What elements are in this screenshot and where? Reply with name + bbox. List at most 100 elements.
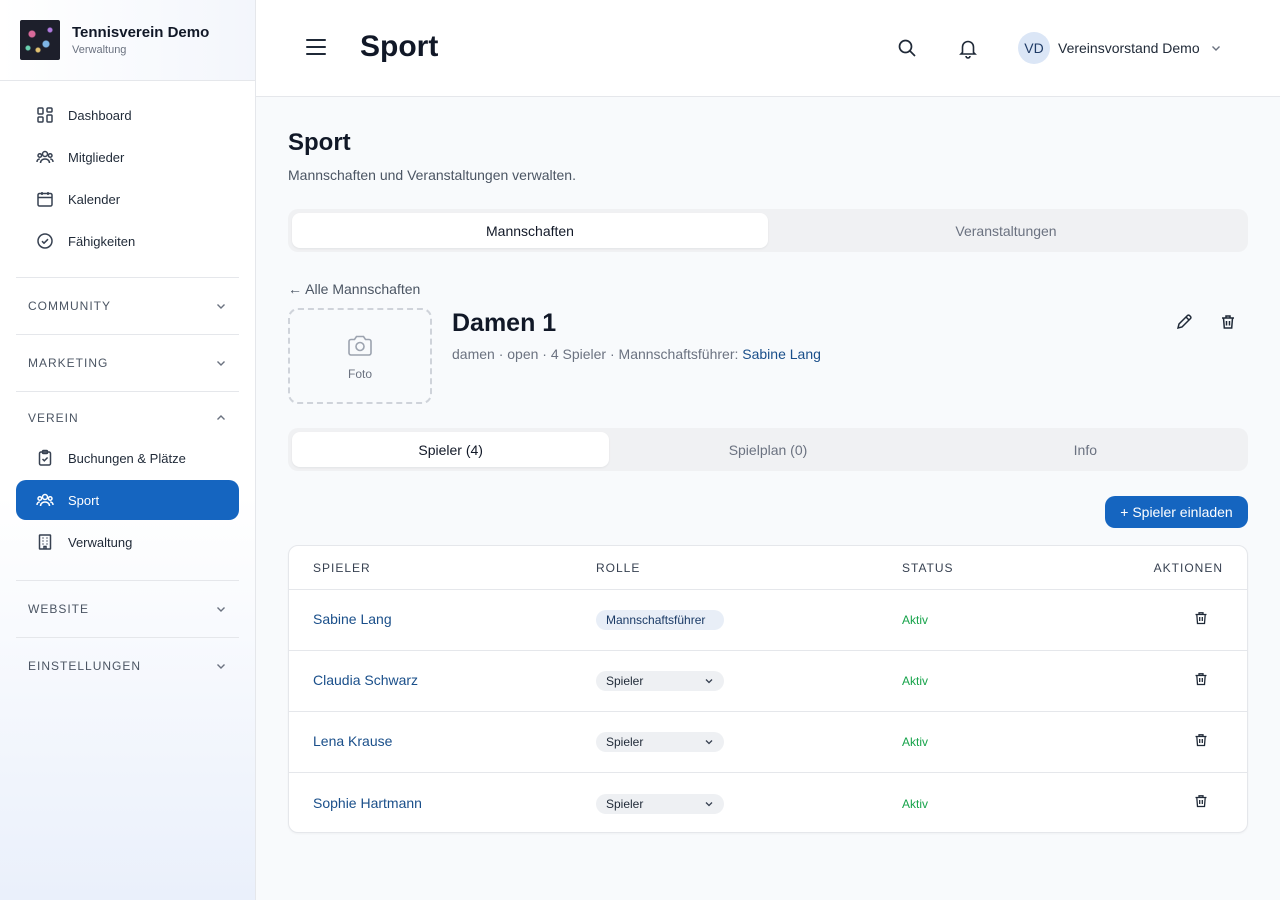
tab-spielplan[interactable]: Spielplan (0) xyxy=(609,432,926,467)
user-menu[interactable]: VD Vereinsvorstand Demo xyxy=(1018,32,1222,64)
search-icon[interactable] xyxy=(896,37,918,59)
role-badge[interactable]: Mannschaftsführer xyxy=(596,610,724,630)
sidebar-item-label: Buchungen & Plätze xyxy=(68,450,186,466)
chevron-down-icon xyxy=(217,361,225,366)
sidebar-item-buchungen[interactable]: Buchungen & Plätze xyxy=(16,438,239,478)
column-header-player: SPIELER xyxy=(313,560,371,575)
captain-link[interactable]: Sabine Lang xyxy=(742,346,821,362)
player-link[interactable]: Sophie Hartmann xyxy=(313,795,422,811)
role-select[interactable]: Spieler xyxy=(596,732,724,752)
sidebar-item-label: Mitglieder xyxy=(68,149,125,165)
building-icon xyxy=(36,533,54,551)
brand[interactable]: Tennisverein Demo Verwaltung xyxy=(0,0,255,81)
pencil-icon[interactable] xyxy=(1174,312,1194,332)
role-label: Spieler xyxy=(606,735,644,749)
team-meta-text: damen · open · 4 Spieler · Mannschaftsfü… xyxy=(452,346,743,362)
chevron-down-icon xyxy=(217,664,225,669)
players-table: SPIELER ROLLE STATUS AKTIONEN Sabine Lan… xyxy=(288,545,1248,833)
invite-player-button[interactable]: + Spieler einladen xyxy=(1105,496,1248,528)
chevron-down-icon xyxy=(1211,46,1220,51)
trash-icon[interactable] xyxy=(1218,312,1238,332)
tab-veranstaltungen[interactable]: Veranstaltungen xyxy=(768,213,1244,248)
header-title: Sport xyxy=(360,30,439,63)
top-bar: Sport VD Vereinsvorstand Demo xyxy=(256,0,1280,97)
users-icon xyxy=(36,491,54,509)
calendar-icon xyxy=(36,190,54,208)
avatar: VD xyxy=(1018,32,1050,64)
status-badge: Aktiv xyxy=(902,796,929,811)
table-row: Claudia Schwarz Spieler Aktiv xyxy=(289,651,1247,712)
trash-icon[interactable] xyxy=(1193,793,1209,809)
team-photo-upload[interactable]: Foto xyxy=(288,308,432,404)
page-title: Sport xyxy=(288,129,351,156)
dashboard-icon xyxy=(36,106,54,124)
column-header-status: STATUS xyxy=(902,560,954,575)
table-row: Sabine Lang Mannschaftsführer Aktiv xyxy=(289,590,1247,651)
camera-icon xyxy=(348,335,372,356)
chevron-down-icon xyxy=(705,679,713,684)
club-logo xyxy=(20,20,60,60)
menu-icon[interactable] xyxy=(306,39,326,55)
player-link[interactable]: Claudia Schwarz xyxy=(313,672,418,688)
tab-spieler[interactable]: Spieler (4) xyxy=(292,432,610,467)
sidebar-item-label: Dashboard xyxy=(68,107,132,123)
brand-name: Tennisverein Demo xyxy=(72,24,210,41)
section-community[interactable]: COMMUNITY xyxy=(0,278,255,334)
sidebar-item-sport[interactable]: Sport xyxy=(16,480,239,520)
team-subtabs: Spieler (4) Spielplan (0) Info xyxy=(288,428,1248,471)
section-website[interactable]: WEBSITE xyxy=(0,581,255,637)
trash-icon[interactable] xyxy=(1193,610,1209,626)
clipboard-check-icon xyxy=(36,449,54,467)
player-link[interactable]: Sabine Lang xyxy=(313,611,392,627)
check-circle-icon xyxy=(36,232,54,250)
table-row: Sophie Hartmann Spieler Aktiv xyxy=(289,773,1247,832)
sidebar-item-label: Sport xyxy=(68,492,100,508)
status-badge: Aktiv xyxy=(902,735,929,749)
table-header: SPIELER ROLLE STATUS AKTIONEN xyxy=(289,546,1247,590)
chevron-down-icon xyxy=(705,801,713,806)
sidebar-item-faehigkeiten[interactable]: Fähigkeiten xyxy=(16,221,239,261)
trash-icon[interactable] xyxy=(1193,671,1209,687)
sidebar-item-mitglieder[interactable]: Mitglieder xyxy=(16,137,239,177)
photo-label: Foto xyxy=(347,367,372,381)
team-meta: damen · open · 4 Spieler · Mannschaftsfü… xyxy=(452,346,821,362)
sidebar-item-kalender[interactable]: Kalender xyxy=(16,179,239,219)
trash-icon[interactable] xyxy=(1193,732,1209,748)
role-select[interactable]: Spieler xyxy=(596,671,724,691)
section-label: WEBSITE xyxy=(28,602,90,616)
user-name: Vereinsvorstand Demo xyxy=(1058,40,1200,56)
back-link[interactable]: ← Alle Mannschaften xyxy=(288,281,420,297)
column-header-role: ROLLE xyxy=(596,560,641,575)
section-marketing[interactable]: MARKETING xyxy=(0,335,255,391)
chevron-down-icon xyxy=(217,607,225,612)
status-badge: Aktiv xyxy=(902,674,929,688)
role-select[interactable]: Spieler xyxy=(596,793,724,814)
sidebar-item-label: Fähigkeiten xyxy=(68,233,136,249)
chevron-down-icon xyxy=(705,740,713,745)
chevron-up-icon xyxy=(217,415,225,420)
section-verein[interactable]: VEREIN xyxy=(0,402,255,434)
section-label: MARKETING xyxy=(28,356,109,370)
sidebar-item-label: Kalender xyxy=(68,191,121,207)
status-badge: Aktiv xyxy=(902,613,929,627)
sidebar-item-dashboard[interactable]: Dashboard xyxy=(16,95,239,135)
main-tabs: Mannschaften Veranstaltungen xyxy=(288,209,1248,252)
divider xyxy=(16,391,239,392)
tab-mannschaften[interactable]: Mannschaften xyxy=(292,213,768,248)
section-label: EINSTELLUNGEN xyxy=(28,659,142,673)
tab-info[interactable]: Info xyxy=(927,432,1244,467)
page-description: Mannschaften und Veranstaltungen verwalt… xyxy=(288,167,576,183)
brand-subtitle: Verwaltung xyxy=(72,44,127,56)
section-label: VEREIN xyxy=(28,411,79,425)
chevron-down-icon xyxy=(217,304,225,309)
section-einstellungen[interactable]: EINSTELLUNGEN xyxy=(0,638,255,694)
player-link[interactable]: Lena Krause xyxy=(313,733,392,749)
sidebar-item-verwaltung[interactable]: Verwaltung xyxy=(16,522,239,562)
column-header-actions: AKTIONEN xyxy=(1153,560,1223,575)
role-label: Spieler xyxy=(606,796,644,811)
sidebar: Tennisverein Demo Verwaltung Dashboard M… xyxy=(0,0,256,900)
table-row: Lena Krause Spieler Aktiv xyxy=(289,712,1247,773)
bell-icon[interactable] xyxy=(957,37,979,59)
sidebar-item-label: Verwaltung xyxy=(68,534,133,550)
role-label: Spieler xyxy=(606,674,644,688)
